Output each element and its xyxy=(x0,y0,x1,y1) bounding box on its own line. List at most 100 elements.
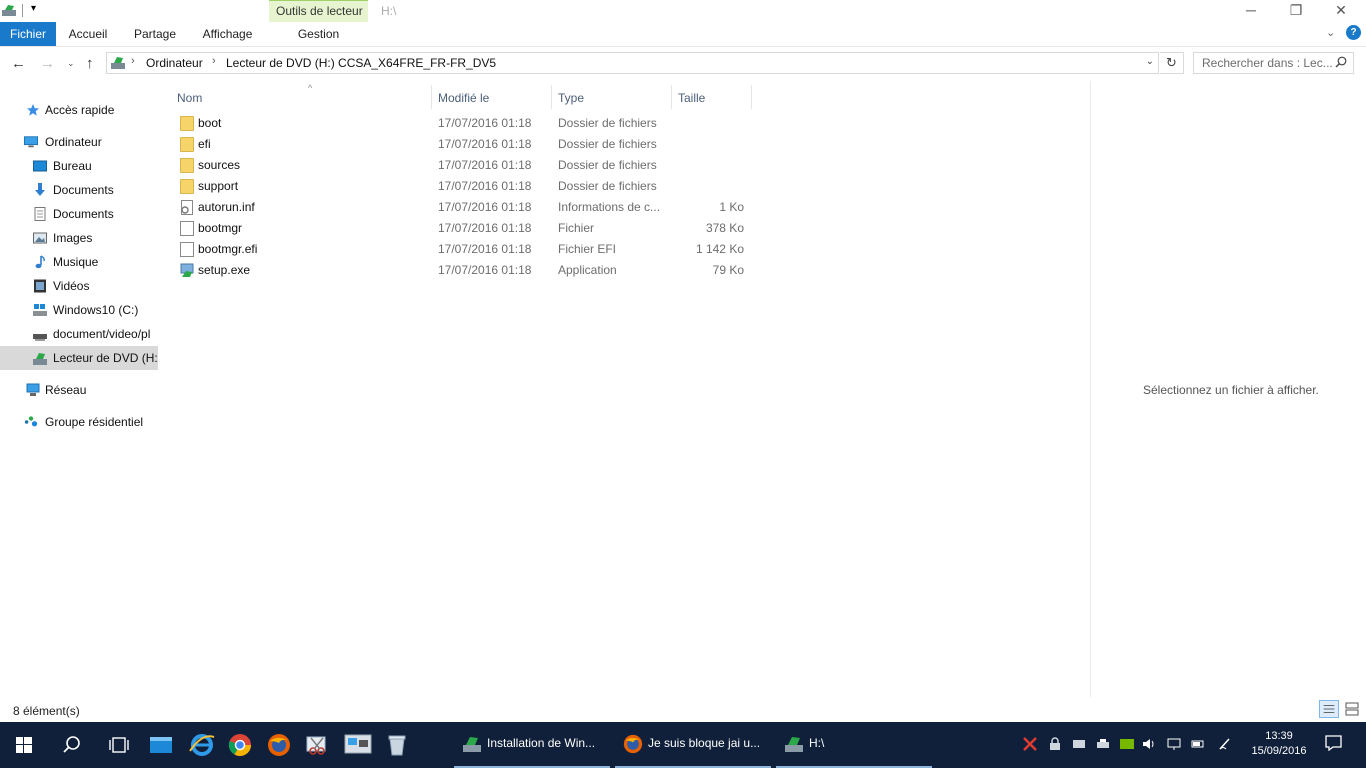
internet-explorer-icon[interactable] xyxy=(188,731,216,759)
folder-icon xyxy=(180,179,194,194)
drive-icon xyxy=(33,304,47,316)
search-icon[interactable] xyxy=(1335,56,1347,68)
customize-quick-access-icon[interactable]: ▾ xyxy=(31,3,36,14)
dvd-drive-icon xyxy=(111,57,125,69)
lock-icon[interactable] xyxy=(1048,737,1062,751)
tab-affichage[interactable]: Affichage xyxy=(192,22,263,46)
tab-partage[interactable]: Partage xyxy=(124,22,186,46)
recent-locations-icon[interactable]: ⌄ xyxy=(67,58,75,69)
windows-start-icon[interactable] xyxy=(0,722,48,768)
minimize-button[interactable]: ─ xyxy=(1228,0,1274,22)
nav-item-bureau[interactable]: Bureau xyxy=(0,155,158,177)
navigation-pane: Accès rapide Ordinateur Bureau Documents… xyxy=(0,81,158,697)
breadcrumb-dvd-drive[interactable]: Lecteur de DVD (H:) CCSA_X64FRE_FR-FR_DV… xyxy=(226,56,496,70)
nav-item-reseau[interactable]: Réseau xyxy=(0,379,158,401)
dvd-drive-icon[interactable] xyxy=(2,4,16,16)
window-title: H:\ xyxy=(381,4,397,18)
chrome-icon[interactable] xyxy=(228,733,252,757)
clock[interactable]: 13:39 15/09/2016 xyxy=(1242,729,1316,759)
setup-exe-icon xyxy=(180,263,194,277)
battery-icon[interactable] xyxy=(1191,737,1205,751)
nav-item-groupe-residentiel[interactable]: Groupe résidentiel xyxy=(0,411,158,433)
nav-item-windows10[interactable]: Windows10 (C:) xyxy=(0,299,158,321)
tab-accueil[interactable]: Accueil xyxy=(58,22,118,46)
remote-desktop-icon[interactable] xyxy=(344,733,372,757)
title-bar: ▾ Outils de lecteur H:\ ─ ❐ ✕ xyxy=(0,0,1366,22)
column-header-modifie[interactable]: Modifié le xyxy=(432,85,552,109)
clock-time: 13:39 xyxy=(1265,730,1293,742)
nvidia-icon[interactable] xyxy=(1120,737,1134,751)
nav-item-ordinateur[interactable]: Ordinateur xyxy=(0,131,158,153)
tab-gestion[interactable]: Gestion xyxy=(269,22,368,46)
star-icon xyxy=(27,104,39,116)
taskbar-item-explorer-h[interactable]: H:\ xyxy=(776,722,932,768)
file-row[interactable]: efi 17/07/2016 01:18 Dossier de fichiers xyxy=(176,134,756,155)
maximize-button[interactable]: ❐ xyxy=(1273,0,1319,22)
refresh-icon[interactable]: ↻ xyxy=(1160,52,1184,74)
context-tab-group-label: Outils de lecteur xyxy=(276,4,363,18)
address-bar[interactable]: › Ordinateur › Lecteur de DVD (H:) CCSA_… xyxy=(106,52,1159,74)
large-icons-view-icon[interactable] xyxy=(1342,700,1362,718)
network-tray-icon[interactable] xyxy=(1167,737,1181,751)
breadcrumb-ordinateur[interactable]: Ordinateur xyxy=(146,56,203,70)
nav-item-videos[interactable]: Vidéos xyxy=(0,275,158,297)
action-center-icon[interactable] xyxy=(1325,735,1342,751)
expand-ribbon-icon[interactable]: ⌄ xyxy=(1326,26,1335,39)
close-button[interactable]: ✕ xyxy=(1318,0,1364,22)
nav-item-documents-download[interactable]: Documents xyxy=(0,179,158,201)
tab-fichier[interactable]: Fichier xyxy=(0,22,56,46)
nav-item-images[interactable]: Images xyxy=(0,227,158,249)
snipping-tool-icon[interactable] xyxy=(305,733,329,757)
firefox-icon xyxy=(623,734,643,754)
preview-message: Sélectionnez un fichier à afficher. xyxy=(1143,383,1319,397)
keyboard-icon[interactable] xyxy=(1072,737,1086,751)
column-divider[interactable] xyxy=(751,85,752,109)
desktop-icon xyxy=(33,160,47,172)
chevron-down-icon[interactable]: ⌄ xyxy=(1146,56,1154,67)
folder-icon xyxy=(180,158,194,173)
column-header-taille[interactable]: Taille xyxy=(672,85,752,109)
up-icon[interactable]: ↑ xyxy=(86,55,94,72)
nav-item-documents[interactable]: Documents xyxy=(0,203,158,225)
file-row[interactable]: bootmgr.efi 17/07/2016 01:18 Fichier EFI… xyxy=(176,239,756,260)
back-icon[interactable]: ← xyxy=(11,55,26,72)
column-header-nom[interactable]: ^ Nom xyxy=(171,83,432,109)
music-icon xyxy=(35,255,45,269)
column-header-type[interactable]: Type xyxy=(552,85,672,109)
folder-icon xyxy=(180,137,194,152)
forward-icon[interactable]: → xyxy=(40,55,55,72)
printer-icon[interactable] xyxy=(1096,737,1110,751)
nav-item-dvd-drive[interactable]: Lecteur de DVD (H:) xyxy=(0,346,158,370)
chevron-right-icon[interactable]: › xyxy=(212,55,216,67)
search-icon[interactable] xyxy=(60,733,84,757)
flag-notification-icon[interactable] xyxy=(1023,737,1037,751)
taskbar-item-installation[interactable]: Installation de Win... xyxy=(454,722,610,768)
help-icon[interactable]: ? xyxy=(1346,25,1361,40)
context-tab-group: Outils de lecteur xyxy=(269,0,368,22)
file-row[interactable]: autorun.inf 17/07/2016 01:18 Information… xyxy=(176,197,756,218)
volume-icon[interactable] xyxy=(1142,737,1156,751)
search-input[interactable]: Rechercher dans : Lec... xyxy=(1193,52,1354,74)
file-row[interactable]: sources 17/07/2016 01:18 Dossier de fich… xyxy=(176,155,756,176)
task-view-icon[interactable] xyxy=(107,733,131,757)
recycle-bin-icon[interactable] xyxy=(385,733,409,757)
taskbar-item-firefox-window[interactable]: Je suis bloque jai u... xyxy=(615,722,771,768)
chevron-right-icon[interactable]: › xyxy=(131,55,135,67)
download-icon xyxy=(35,183,45,196)
dvd-drive-icon xyxy=(785,737,803,752)
pen-icon[interactable] xyxy=(1218,737,1232,751)
status-bar: 8 élément(s) xyxy=(0,697,1366,722)
nav-item-musique[interactable]: Musique xyxy=(0,251,158,273)
file-row[interactable]: boot 17/07/2016 01:18 Dossier de fichier… xyxy=(176,113,756,134)
file-row[interactable]: bootmgr 17/07/2016 01:18 Fichier 378 Ko xyxy=(176,218,756,239)
file-row[interactable]: setup.exe 17/07/2016 01:18 Application 7… xyxy=(176,260,756,281)
file-row[interactable]: support 17/07/2016 01:18 Dossier de fich… xyxy=(176,176,756,197)
settings-file-icon xyxy=(181,200,193,215)
nav-item-network-drive[interactable]: document/video/pl xyxy=(0,323,158,345)
nav-item-acces-rapide[interactable]: Accès rapide xyxy=(0,99,158,121)
computer-icon xyxy=(24,136,38,148)
file-icon xyxy=(180,242,194,257)
firefox-icon[interactable] xyxy=(267,733,291,757)
details-view-icon[interactable] xyxy=(1319,700,1339,718)
file-explorer-taskbar-icon[interactable] xyxy=(149,733,173,757)
